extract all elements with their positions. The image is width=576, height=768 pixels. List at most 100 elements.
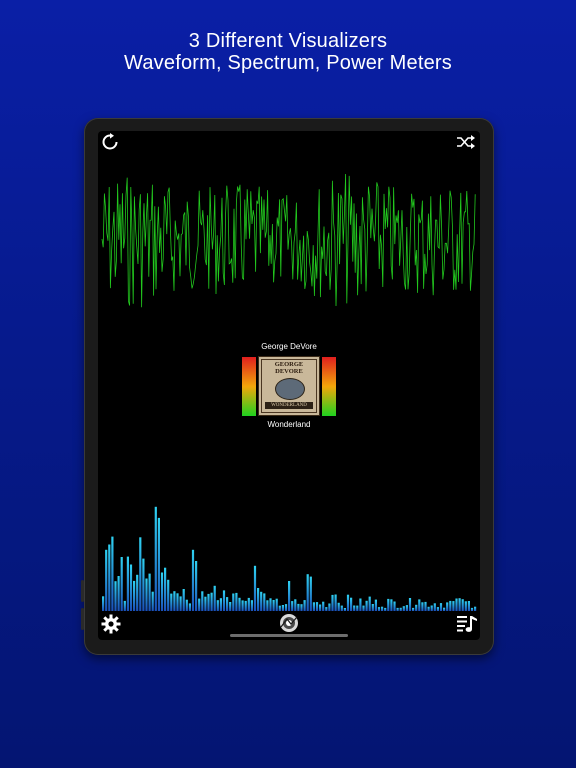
spectrum-bar: [145, 578, 148, 611]
refresh-icon[interactable]: [101, 133, 119, 151]
spectrum-bar: [368, 596, 371, 611]
spectrum-bar: [229, 602, 232, 611]
waveform-line: [101, 173, 476, 308]
spectrum-bar: [263, 593, 266, 611]
spectrum-bar: [446, 602, 449, 611]
spectrum-bar: [443, 607, 446, 611]
album-art-emblem: [275, 378, 305, 400]
spectrum-bar: [151, 591, 154, 611]
right-power-meter: [322, 357, 336, 416]
spectrum-bar: [114, 581, 117, 611]
headline: 3 Different Visualizers Waveform, Spectr…: [0, 30, 576, 74]
spectrum-bar: [374, 599, 377, 611]
spectrum-bar: [232, 593, 235, 611]
spectrum-bar: [331, 594, 334, 611]
spectrum-bar: [381, 606, 384, 611]
spectrum-bar: [393, 601, 396, 611]
shuffle-icon[interactable]: [456, 135, 476, 149]
spectrum-bar: [219, 598, 222, 611]
spectrum-bar: [198, 598, 201, 611]
spectrum-bar: [359, 598, 362, 611]
spectrum-bar: [371, 604, 374, 611]
spectrum-bar: [284, 604, 288, 611]
spectrum-bar: [179, 596, 182, 611]
spectrum-bar: [365, 600, 368, 611]
spectrum-bar: [405, 605, 408, 611]
spectrum-bar: [430, 605, 433, 611]
spectrum-bar: [260, 591, 263, 611]
spectrum-bar: [362, 605, 365, 611]
spectrum-bar: [182, 589, 185, 611]
waveform-visualizer: [101, 173, 476, 308]
spectrum-bar: [424, 601, 427, 611]
spectrum-bar: [408, 598, 412, 611]
spectrum-bar: [244, 600, 247, 611]
spectrum-bar: [319, 604, 322, 611]
gear-icon[interactable]: [101, 614, 121, 634]
spectrum-bar: [288, 581, 291, 611]
spectrum-bar: [133, 580, 136, 611]
spectrum-bar: [148, 573, 151, 611]
spectrum-bar: [154, 506, 157, 611]
spectrum-bar: [343, 608, 346, 611]
spectrum-bar: [396, 607, 399, 611]
spectrum-bar: [213, 585, 216, 611]
spectrum-bar: [120, 557, 123, 611]
spectrum-bar: [226, 597, 229, 611]
spectrum-bar: [467, 601, 470, 611]
left-power-meter: [242, 357, 256, 416]
spectrum-bar: [390, 599, 393, 611]
spectrum-bar: [458, 598, 461, 611]
spectrum-bar: [210, 592, 213, 611]
spectrum-bar: [272, 600, 275, 611]
spectrum-bar: [433, 603, 436, 611]
spectrum-bar: [470, 607, 474, 611]
spectrum-bar: [257, 588, 260, 611]
spectrum-bar: [350, 597, 353, 611]
spectrum-bar: [102, 596, 105, 611]
spectrum-bar: [185, 599, 188, 611]
album-art[interactable]: GEORGE DEVORE WONDERLAND: [258, 356, 320, 416]
spectrum-bar: [167, 579, 170, 611]
visualizer-mode-icon[interactable]: [279, 613, 299, 633]
spectrum-bar: [129, 564, 133, 611]
spectrum-bar: [474, 606, 477, 611]
spectrum-bar: [266, 600, 269, 611]
spectrum-bar: [452, 601, 455, 611]
spectrum-bar: [275, 598, 278, 611]
spectrum-bar: [427, 606, 430, 611]
spectrum-bar: [294, 599, 297, 611]
spectrum-bar: [216, 600, 219, 611]
app-screen: George DeVore GEORGE DEVORE WONDERLAND W…: [98, 131, 480, 640]
spectrum-bar: [297, 603, 300, 611]
spectrum-bar: [337, 602, 340, 611]
playlist-icon[interactable]: [456, 614, 478, 634]
spectrum-bar: [247, 597, 250, 611]
spectrum-visualizer: [102, 506, 477, 611]
spectrum-bar: [387, 598, 390, 611]
spectrum-bar: [126, 556, 129, 611]
spectrum-bar: [117, 576, 120, 611]
spectrum-bar: [105, 549, 108, 611]
spectrum-bar: [384, 607, 387, 611]
spectrum-bar: [164, 567, 167, 611]
spectrum-bar: [303, 600, 306, 611]
spectrum-bar: [123, 600, 126, 611]
album-art-artist-lettering: GEORGE DEVORE: [274, 361, 304, 375]
spectrum-bar: [353, 605, 356, 611]
spectrum-bar: [455, 598, 458, 611]
spectrum-bar: [418, 599, 421, 611]
spectrum-bar: [235, 592, 238, 611]
spectrum-bar: [346, 594, 350, 611]
spectrum-bar: [157, 517, 160, 611]
spectrum-bar: [312, 602, 315, 611]
spectrum-bar: [160, 572, 164, 611]
home-indicator[interactable]: [230, 634, 348, 637]
headline-line-2: Waveform, Spectrum, Power Meters: [124, 52, 452, 74]
spectrum-bar: [176, 593, 179, 611]
headline-line-1: 3 Different Visualizers: [188, 30, 388, 52]
spectrum-bar: [111, 536, 114, 611]
spectrum-bar: [412, 607, 415, 611]
artist-name: George DeVore: [261, 342, 317, 351]
spectrum-bar: [253, 565, 257, 611]
